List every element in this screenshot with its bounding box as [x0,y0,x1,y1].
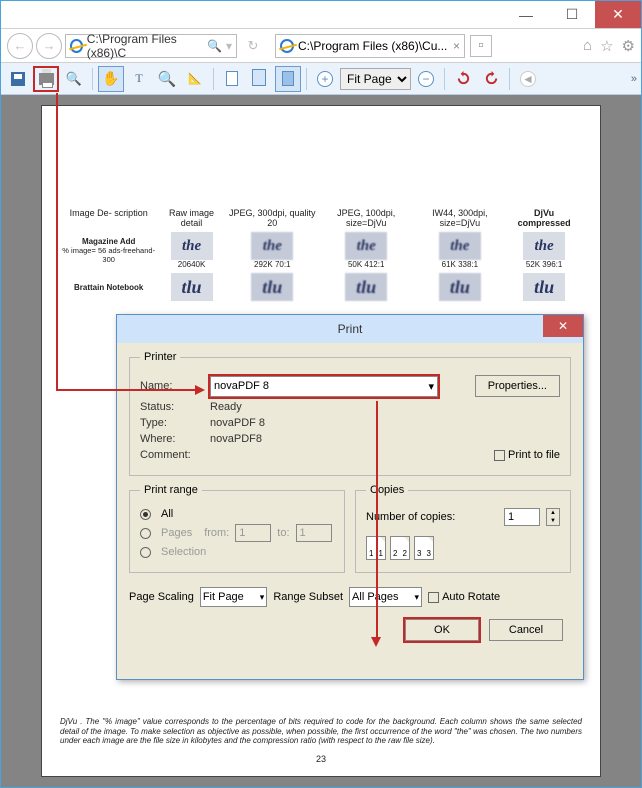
properties-button[interactable]: Properties... [475,375,560,397]
save-button[interactable] [5,66,31,92]
annotation-arrow [56,389,196,391]
annotation-arrowhead [195,385,205,395]
footnote-text: DjVu . The "% image" value corresponds t… [60,717,582,746]
print-to-file-checkbox[interactable]: Print to file [494,449,560,461]
favorites-icon[interactable]: ☆ [600,37,613,55]
browser-navbar: ← → C:\Program Files (x86)\C 🔍 ▾ ↻ C:\Pr… [1,29,641,63]
copies-input[interactable]: 1 [504,508,540,526]
ie-icon [70,39,83,53]
nav-back-button[interactable]: ← [7,33,33,59]
col-header: JPEG, 100dpi, size=DjVu [319,206,414,230]
maximize-button[interactable]: ☐ [549,1,595,28]
printer-select[interactable]: novaPDF 8▾ [210,376,438,397]
text-select-button[interactable]: T [126,66,152,92]
rotate-cw-button[interactable] [478,66,504,92]
dialog-close-button[interactable]: ✕ [543,315,583,337]
print-range-group: Print range All Pages from:1 to:1 Select… [129,484,345,573]
dialog-title: Print ✕ [117,315,583,343]
settings-gear-icon[interactable]: ⚙ [622,37,635,55]
row-header: Brattain Notebook [60,271,157,303]
row-header: Magazine Add% image= 56 ads-freehand-300 [60,230,157,271]
browser-tab[interactable]: C:\Program Files (x86)\Cu... × [275,34,465,58]
printer-group: Printer Name: novaPDF 8▾ Properties... S… [129,351,571,476]
col-header: IW44, 300dpi, size=DjVu [414,206,507,230]
find-button[interactable]: 🔍 [61,66,87,92]
zoom-out-button[interactable]: − [413,66,439,92]
home-icon[interactable]: ⌂ [583,37,592,55]
col-header: Image De- scription [60,206,157,230]
page-number: 23 [42,754,600,764]
annotation-arrow [376,401,378,639]
refresh-button[interactable]: ↻ [240,33,266,59]
nav-forward-button[interactable]: → [36,33,62,59]
range-selection-radio[interactable]: Selection [140,546,334,558]
ok-button[interactable]: OK [405,619,479,641]
tab-close-button[interactable]: × [453,39,460,53]
copies-group: Copies Number of copies: 1 ▲▼ 11 22 33 [355,484,571,573]
cancel-button[interactable]: Cancel [489,619,563,641]
status-value: Ready [210,401,242,413]
window-titlebar: — ☐ ✕ [1,1,641,29]
zoom-in-button[interactable]: + [312,66,338,92]
print-button[interactable] [33,66,59,92]
copies-spinner[interactable]: ▲▼ [546,508,560,526]
where-value: novaPDF8 [210,433,262,445]
new-tab-button[interactable]: ▫ [470,35,492,57]
prev-page-button[interactable]: ◄ [515,66,541,92]
marquee-button[interactable]: 📐 [182,66,208,92]
rotate-ccw-button[interactable] [450,66,476,92]
viewer-toolbar: 🔍 ✋ T 🔍 📐 + Fit Page − ◄ » [1,63,641,95]
zoom-select[interactable]: Fit Page [340,68,411,90]
collate-preview: 11 22 33 [366,536,560,560]
hand-tool-button[interactable]: ✋ [98,66,124,92]
range-pages-radio[interactable]: Pages from:1 to:1 [140,524,334,542]
facing-page-button[interactable] [275,66,301,92]
ie-icon [280,39,294,53]
col-header: JPEG, 300dpi, quality 20 [226,206,319,230]
auto-rotate-checkbox[interactable]: Auto Rotate [428,591,500,603]
col-header: Raw image detail [157,206,225,230]
comparison-table: Image De- scription Raw image detail JPE… [60,206,582,303]
range-subset-select[interactable]: All Pages [349,587,422,607]
toolbar-overflow[interactable]: » [631,73,637,85]
range-all-radio[interactable]: All [140,508,334,520]
continuous-page-button[interactable] [247,66,273,92]
search-icon[interactable]: 🔍 [207,39,222,53]
type-value: novaPDF 8 [210,417,265,429]
address-text: C:\Program Files (x86)\C [87,32,203,60]
address-bar[interactable]: C:\Program Files (x86)\C 🔍 ▾ [65,34,237,58]
print-dialog: Print ✕ Printer Name: novaPDF 8▾ Propert… [116,314,584,680]
single-page-button[interactable] [219,66,245,92]
window-close-button[interactable]: ✕ [595,1,641,28]
tab-title: C:\Program Files (x86)\Cu... [298,39,447,53]
page-scaling-select[interactable]: Fit Page [200,587,268,607]
col-header: DjVu compressed [506,206,582,230]
minimize-button[interactable]: — [503,1,549,28]
annotation-arrow [56,93,58,391]
zoom-tool-button[interactable]: 🔍 [154,66,180,92]
annotation-arrowhead [371,637,381,647]
